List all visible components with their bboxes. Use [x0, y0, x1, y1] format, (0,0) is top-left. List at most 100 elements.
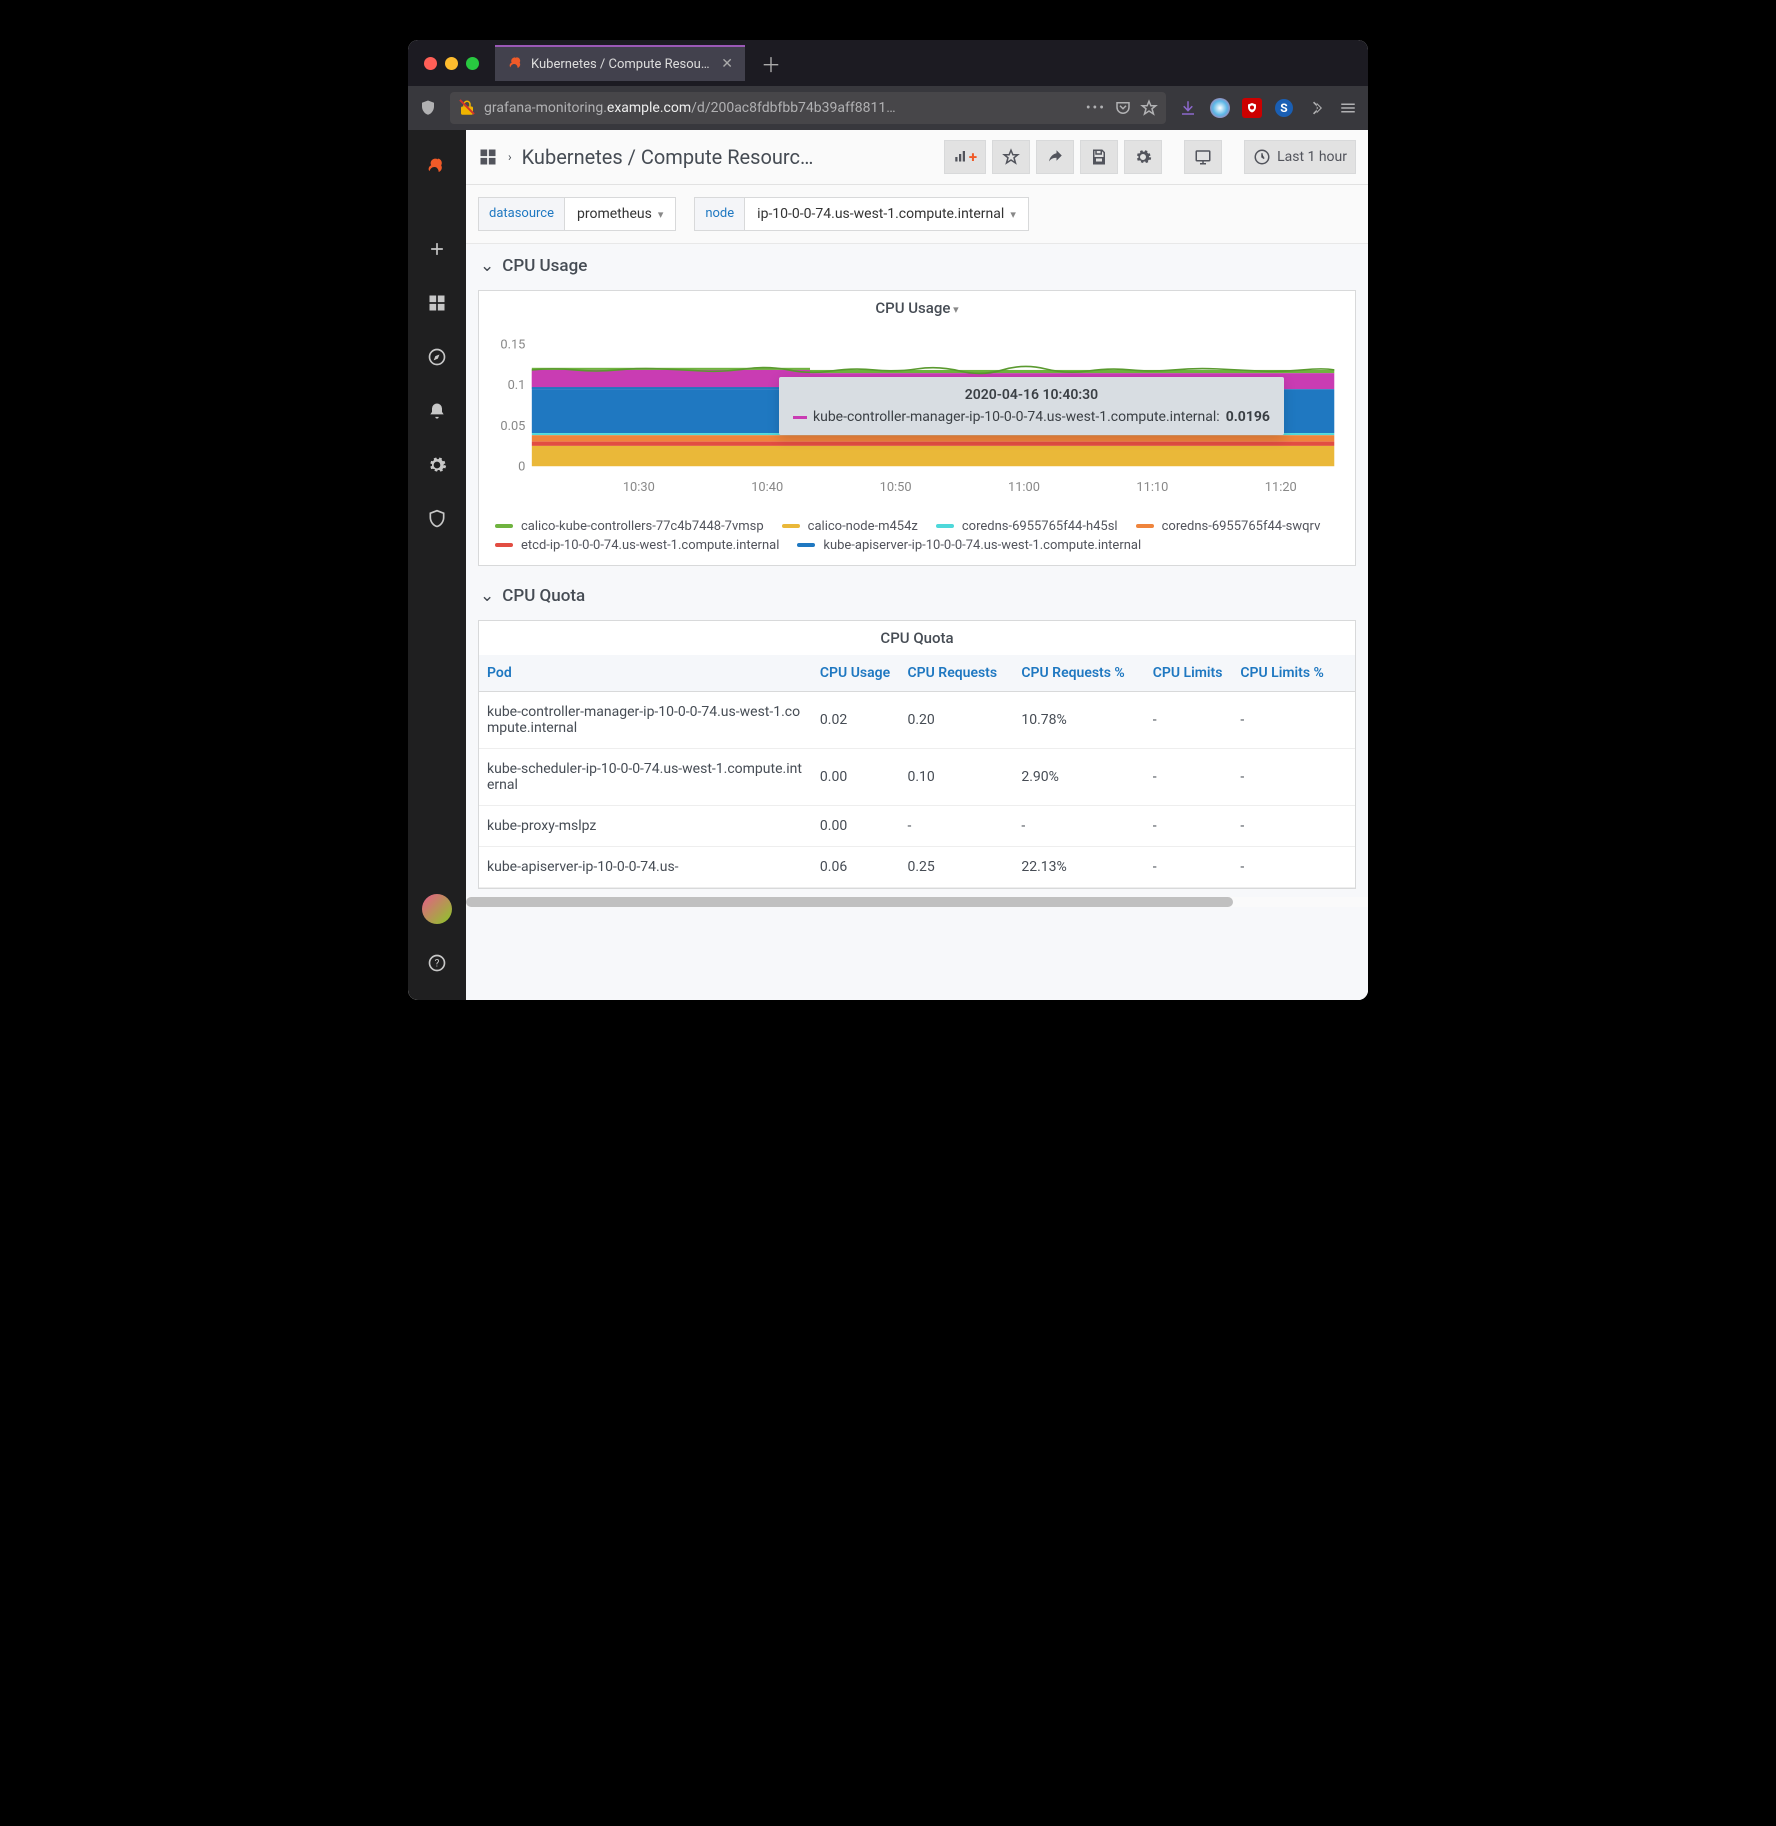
settings-button[interactable] — [1124, 140, 1162, 174]
ublock-icon[interactable] — [1236, 92, 1268, 124]
chevron-down-icon: ⌄ — [480, 586, 494, 606]
maximize-window-button[interactable] — [466, 57, 479, 70]
add-panel-button[interactable]: + — [944, 140, 986, 174]
var-value[interactable]: ip-10-0-0-74.us-west-1.compute.internal — [745, 198, 1028, 230]
user-avatar[interactable] — [416, 888, 458, 930]
cell-limp: - — [1232, 691, 1355, 748]
row-cpu-usage[interactable]: ⌄ CPU Usage — [466, 244, 1368, 282]
downloads-icon[interactable] — [1172, 92, 1204, 124]
new-tab-button[interactable]: ＋ — [761, 49, 781, 78]
star-dashboard-button[interactable] — [992, 140, 1030, 174]
grafana-sidebar: ? — [408, 130, 466, 1000]
dashboards-grid-icon — [478, 147, 498, 167]
table-row: kube-controller-manager-ip-10-0-0-74.us-… — [479, 691, 1355, 748]
x-tick: 11:20 — [1265, 480, 1297, 495]
y-tick: 0.05 — [500, 419, 525, 434]
legend-item[interactable]: calico-kube-controllers-77c4b7448-7vmsp — [495, 519, 764, 534]
cell-pod: kube-controller-manager-ip-10-0-0-74.us-… — [479, 691, 812, 748]
col-pod[interactable]: Pod — [479, 655, 812, 692]
cell-usage: 0.06 — [812, 846, 900, 887]
browser-toolbar: grafana-monitoring.example.com/d/200ac8f… — [408, 86, 1368, 130]
cell-lim: - — [1145, 748, 1233, 805]
alerting-icon[interactable] — [416, 390, 458, 432]
row-cpu-quota[interactable]: ⌄ CPU Quota — [466, 574, 1368, 612]
cell-reqp: 22.13% — [1013, 846, 1144, 887]
overflow-icon[interactable] — [1300, 92, 1332, 124]
var-datasource[interactable]: datasource prometheus — [478, 197, 676, 231]
browser-tab[interactable]: Kubernetes / Compute Resourc… ✕ — [495, 45, 745, 81]
window-controls — [416, 57, 479, 70]
horizontal-scrollbar[interactable] — [466, 897, 1368, 907]
menu-icon[interactable] — [1332, 92, 1364, 124]
browser-tabbar: Kubernetes / Compute Resourc… ✕ ＋ — [408, 40, 1368, 86]
panel-cpu-usage: CPU Usage 0.15 0.1 0.05 0 — [478, 290, 1356, 566]
close-window-button[interactable] — [424, 57, 437, 70]
timerange-button[interactable]: Last 1 hour — [1244, 140, 1356, 174]
var-node[interactable]: node ip-10-0-0-74.us-west-1.compute.inte… — [694, 197, 1029, 231]
tracking-protection-icon[interactable] — [412, 92, 444, 124]
cycle-view-button[interactable] — [1184, 140, 1222, 174]
page-actions-icon[interactable]: ••• — [1086, 100, 1106, 116]
legend-item[interactable]: coredns-6955765f44-swqrv — [1136, 519, 1321, 534]
grafana-logo-icon[interactable] — [416, 146, 458, 188]
lock-disabled-icon — [458, 99, 476, 117]
extension-icon-2[interactable]: S — [1268, 92, 1300, 124]
x-tick: 11:00 — [1008, 480, 1040, 495]
explore-icon[interactable] — [416, 336, 458, 378]
save-dashboard-button[interactable] — [1080, 140, 1118, 174]
x-tick: 10:50 — [880, 480, 912, 495]
dashboards-icon[interactable] — [416, 282, 458, 324]
cell-pod: kube-proxy-mslpz — [479, 805, 812, 846]
svg-text:?: ? — [435, 958, 440, 969]
var-label: node — [695, 198, 745, 230]
help-icon[interactable]: ? — [416, 942, 458, 984]
extension-icon-1[interactable] — [1204, 92, 1236, 124]
star-icon[interactable] — [1140, 99, 1158, 117]
cell-usage: 0.02 — [812, 691, 900, 748]
table-row: kube-scheduler-ip-10-0-0-74.us-west-1.co… — [479, 748, 1355, 805]
cell-limp: - — [1232, 846, 1355, 887]
cell-reqp: - — [1013, 805, 1144, 846]
chart-tooltip: 2020-04-16 10:40:30 kube-controller-mana… — [779, 377, 1284, 435]
close-tab-icon[interactable]: ✕ — [721, 56, 733, 72]
var-value[interactable]: prometheus — [565, 198, 675, 230]
legend-item[interactable]: etcd-ip-10-0-0-74.us-west-1.compute.inte… — [495, 538, 779, 553]
y-tick: 0.1 — [508, 378, 526, 393]
col-cpu-requests[interactable]: CPU Requests — [899, 655, 1013, 692]
legend-item[interactable]: kube-apiserver-ip-10-0-0-74.us-west-1.co… — [797, 538, 1141, 553]
cell-req: 0.25 — [899, 846, 1013, 887]
col-cpu-usage[interactable]: CPU Usage — [812, 655, 900, 692]
cpu-quota-table: Pod CPU Usage CPU Requests CPU Requests … — [479, 655, 1355, 888]
grafana-favicon-icon — [507, 56, 523, 72]
dashboard-topbar: › Kubernetes / Compute Resourc… + Last 1… — [466, 130, 1368, 185]
cell-reqp: 2.90% — [1013, 748, 1144, 805]
x-tick: 10:40 — [751, 480, 783, 495]
legend-item[interactable]: calico-node-m454z — [782, 519, 918, 534]
panel-title[interactable]: CPU Usage — [479, 291, 1355, 325]
address-bar[interactable]: grafana-monitoring.example.com/d/200ac8f… — [450, 92, 1166, 124]
tooltip-series: kube-controller-manager-ip-10-0-0-74.us-… — [813, 409, 1220, 425]
create-icon[interactable] — [416, 228, 458, 270]
cell-limp: - — [1232, 805, 1355, 846]
col-cpu-requests-pct[interactable]: CPU Requests % — [1013, 655, 1144, 692]
tooltip-value: 0.0196 — [1226, 409, 1270, 425]
table-header-row: Pod CPU Usage CPU Requests CPU Requests … — [479, 655, 1355, 692]
row-title: CPU Quota — [502, 586, 585, 606]
dashboard-title: Kubernetes / Compute Resourc… — [522, 145, 814, 169]
server-admin-icon[interactable] — [416, 498, 458, 540]
panel-title: CPU Quota — [479, 621, 1355, 655]
tab-title: Kubernetes / Compute Resourc… — [531, 57, 713, 72]
chevron-down-icon: ⌄ — [480, 256, 494, 276]
cell-lim: - — [1145, 805, 1233, 846]
col-cpu-limits-pct[interactable]: CPU Limits % — [1232, 655, 1355, 692]
dashboard-breadcrumb[interactable]: › Kubernetes / Compute Resourc… — [478, 145, 938, 169]
chevron-right-icon: › — [508, 150, 512, 164]
minimize-window-button[interactable] — [445, 57, 458, 70]
y-tick: 0.15 — [500, 338, 525, 353]
legend-item[interactable]: coredns-6955765f44-h45sl — [936, 519, 1118, 534]
share-dashboard-button[interactable] — [1036, 140, 1074, 174]
template-variables: datasource prometheus node ip-10-0-0-74.… — [466, 185, 1368, 244]
pocket-icon[interactable] — [1114, 99, 1132, 117]
col-cpu-limits[interactable]: CPU Limits — [1145, 655, 1233, 692]
configuration-icon[interactable] — [416, 444, 458, 486]
